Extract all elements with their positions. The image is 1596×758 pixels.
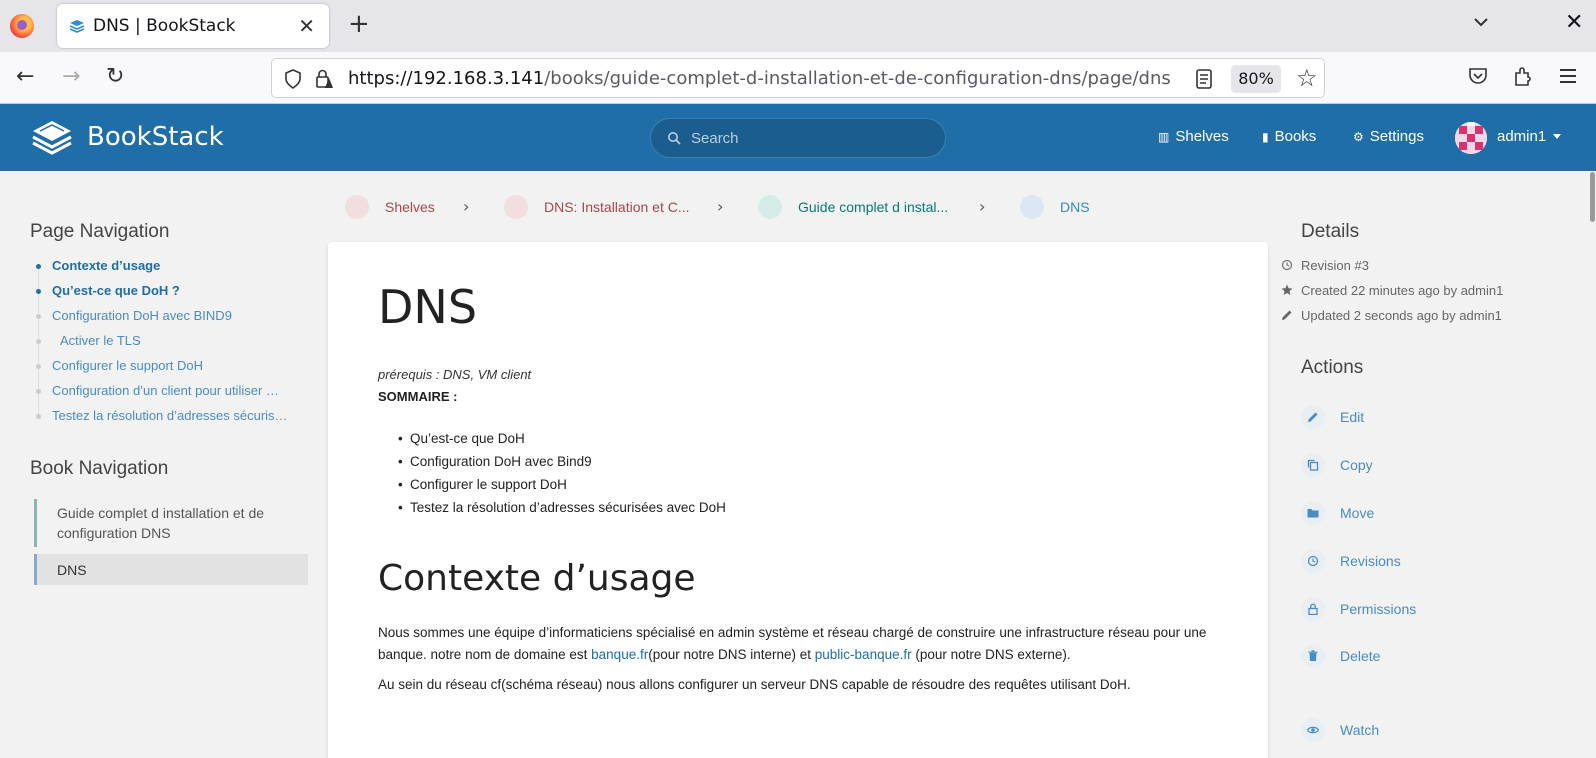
page-title: DNS: [378, 280, 478, 334]
pencil-icon: [1282, 310, 1292, 320]
page-navigation-list: Contexte d’usage Qu’est-ce que DoH ? Con…: [30, 256, 320, 431]
url-text[interactable]: https://192.168.3.141/books/guide-comple…: [348, 68, 1171, 89]
search-input[interactable]: [691, 127, 931, 149]
folder-icon: [1301, 501, 1325, 525]
page-icon: [1020, 195, 1044, 219]
book-navigation-title: Book Navigation: [30, 458, 169, 479]
user-name[interactable]: admin1: [1497, 128, 1546, 145]
back-icon[interactable]: ←: [16, 64, 34, 90]
close-window-icon[interactable]: ✕: [1565, 10, 1583, 35]
list-item: Configurer le support DoH: [398, 473, 726, 496]
page-nav-item[interactable]: Testez la résolution d’adresses sécuris…: [30, 406, 320, 431]
summary-heading: SOMMAIRE :: [378, 389, 458, 404]
shelves-icon: ▥: [1158, 130, 1170, 144]
scrollbar-thumb[interactable]: [1590, 172, 1595, 222]
public-banque-link[interactable]: public-banque.fr: [815, 647, 912, 662]
shelf-icon: [504, 195, 528, 219]
bookmark-star-icon[interactable]: ☆: [1296, 64, 1318, 92]
reader-view-icon[interactable]: [1196, 69, 1212, 89]
updated-info: Updated 2 seconds ago by admin1: [1282, 308, 1502, 323]
pencil-icon: [1301, 405, 1325, 429]
page-scrollbar[interactable]: [1589, 171, 1596, 758]
reload-icon[interactable]: ↻: [106, 64, 124, 90]
page-navigation-title: Page Navigation: [30, 221, 170, 242]
nav-books[interactable]: ▮ Books: [1262, 128, 1316, 145]
list-item: Configuration DoH avec Bind9: [398, 450, 726, 473]
star-icon: [1281, 284, 1293, 295]
banque-link[interactable]: banque.fr: [591, 647, 648, 662]
browser-tab-bar: DNS | BookStack ✕ + ✕: [0, 0, 1596, 52]
chevron-down-icon[interactable]: [1473, 14, 1489, 30]
created-info: Created 22 minutes ago by admin1: [1281, 283, 1503, 298]
forward-icon[interactable]: →: [62, 64, 80, 90]
search-box[interactable]: [650, 118, 946, 158]
avatar-image: [1455, 122, 1487, 154]
paragraph: Nous sommes une équipe d’informaticiens …: [378, 625, 1207, 662]
prerequisites-text: prérequis : DNS, VM client: [378, 367, 532, 382]
shelves-icon: [345, 195, 369, 219]
zoom-level[interactable]: 80%: [1231, 65, 1281, 93]
tab-title: DNS | BookStack: [93, 16, 236, 36]
app-name[interactable]: BookStack: [87, 122, 224, 152]
app-header: BookStack ▥Shelves ▮Books ⚙Settings admi…: [0, 104, 1596, 171]
chevron-right-icon: ›: [717, 197, 724, 216]
list-item: Testez la résolution d’adresses sécurisé…: [398, 496, 726, 519]
pocket-icon[interactable]: [1468, 66, 1488, 86]
eye-icon: [1301, 718, 1325, 742]
copy-icon: [1301, 453, 1325, 477]
paragraph: Au sein du réseau cf(schéma réseau) nous…: [378, 677, 1131, 692]
avatar[interactable]: [1455, 122, 1487, 154]
page-nav-item[interactable]: Qu’est-ce que DoH ?: [30, 281, 320, 306]
firefox-menu-icon[interactable]: [10, 14, 34, 38]
nav-settings[interactable]: ⚙ Settings: [1353, 128, 1424, 145]
section-heading: Contexte d’usage: [378, 558, 696, 599]
history-icon: [1281, 259, 1293, 271]
chevron-right-icon: ›: [979, 197, 986, 216]
book-nav-current-page[interactable]: DNS: [34, 554, 308, 585]
shield-icon[interactable]: [284, 69, 302, 89]
extensions-icon[interactable]: [1513, 65, 1533, 87]
browser-nav-bar: ← → ↻ https://192.168.3.141/books/guide-…: [0, 52, 1596, 104]
book-nav-book[interactable]: Guide complet d installation et de confi…: [34, 499, 308, 547]
actions-title: Actions: [1301, 357, 1364, 378]
revision-info[interactable]: Revision #3: [1281, 258, 1369, 273]
caret-down-icon[interactable]: [1553, 134, 1561, 139]
lock-icon: [1301, 597, 1325, 621]
book-icon: ▮: [1262, 130, 1269, 144]
new-tab-button[interactable]: +: [348, 10, 370, 38]
bookstack-favicon-icon: [69, 20, 85, 33]
close-tab-icon[interactable]: ✕: [298, 14, 315, 38]
page-nav-item[interactable]: Configuration DoH avec BIND9: [30, 306, 320, 331]
chevron-right-icon: ›: [463, 197, 470, 216]
trash-icon: [1301, 644, 1325, 668]
nav-shelves[interactable]: ▥ Shelves: [1158, 128, 1229, 145]
page-content-card: DNS prérequis : DNS, VM client SOMMAIRE …: [328, 242, 1268, 758]
hamburger-menu-icon[interactable]: [1558, 65, 1578, 87]
gear-icon: ⚙: [1353, 130, 1364, 144]
browser-tab[interactable]: DNS | BookStack ✕: [57, 4, 329, 48]
details-title: Details: [1301, 221, 1360, 242]
url-bar[interactable]: https://192.168.3.141/books/guide-comple…: [271, 58, 1325, 98]
insecure-lock-icon[interactable]: [314, 68, 334, 90]
page-nav-item[interactable]: Configuration d’un client pour utiliser …: [30, 381, 320, 406]
bookstack-logo-icon[interactable]: [30, 117, 74, 157]
history-icon: [1301, 549, 1325, 573]
search-icon: [668, 132, 681, 145]
page-nav-item[interactable]: Activer le TLS: [30, 331, 320, 356]
summary-list: Qu’est-ce que DoH Configuration DoH avec…: [398, 427, 726, 519]
list-item: Qu’est-ce que DoH: [398, 427, 726, 450]
page-nav-item[interactable]: Contexte d’usage: [30, 256, 320, 281]
book-icon: [758, 195, 782, 219]
page-nav-item[interactable]: Configurer le support DoH: [30, 356, 320, 381]
